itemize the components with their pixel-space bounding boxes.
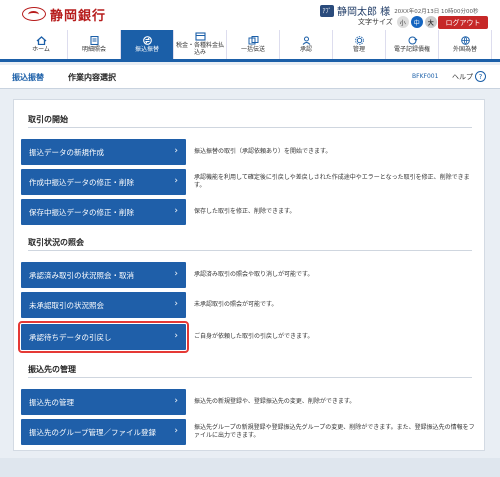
approval-icon [301, 36, 312, 45]
payee-management-button[interactable]: 振込先の管理 › [21, 389, 186, 415]
section-title: 取引の開始 [28, 115, 68, 124]
chevron-right-icon: › [174, 176, 178, 186]
list-item: 振込データの新規作成 › 振込振替の取引（承認依頼あり）を開始できます。 [21, 139, 479, 165]
section-divider [28, 377, 472, 378]
section-title: 取引状況の照会 [28, 238, 84, 247]
nav-home[interactable]: ホーム [15, 30, 68, 59]
help-label: ヘルプ [452, 72, 473, 81]
payee-group-management-button[interactable]: 振込先のグループ管理／ファイル登録 › [21, 419, 186, 445]
nav-label: 明細照会 [81, 45, 106, 53]
forex-icon [460, 35, 471, 45]
chevron-right-icon: › [174, 426, 178, 436]
chevron-right-icon: › [174, 331, 178, 341]
font-size-label: 文字サイズ [358, 18, 393, 26]
chevron-right-icon: › [174, 206, 178, 216]
task-selection-panel: 取引の開始 振込データの新規作成 › 振込振替の取引（承認依頼あり）を開始できま… [13, 99, 485, 451]
nav-statement[interactable]: 明細照会 [68, 30, 121, 59]
button-label: 振込データの新規作成 [29, 147, 104, 157]
row-description: 承認済み取引の照会や取り消しが可能です。 [194, 270, 314, 278]
nav-label: 税金・各種料金払込み [175, 42, 224, 56]
button-label: 作成中振込データの修正・削除 [29, 177, 134, 187]
nav-label: 振込振替 [134, 45, 159, 53]
nav-transfer[interactable]: 振込振替 [121, 30, 174, 59]
bank-name: 静岡銀行 [50, 8, 107, 24]
button-label: 承認済み取引の状況照会・取消 [29, 270, 134, 280]
page-title-bar: 振込振替 作業内容選択 BFKF001 ヘルプ ? [0, 65, 500, 89]
transfer-icon [142, 35, 153, 45]
row-description: 振込先の新規登録や、登録振込先の変更、削除ができます。 [194, 397, 356, 405]
approved-status-button[interactable]: 承認済み取引の状況照会・取消 › [21, 262, 186, 288]
screen-id: BFKF001 [412, 73, 439, 80]
logout-button[interactable]: ログアウト [438, 16, 488, 29]
nav-admin[interactable]: 管理 [333, 30, 386, 59]
row-description: ご自身が依頼した取引の引戻しができます。 [194, 332, 314, 340]
page-title: 作業内容選択 [68, 73, 116, 82]
nav-approval[interactable]: 承認 [280, 30, 333, 59]
bank-logo-mark-icon [22, 7, 46, 21]
edit-saved-transfer-button[interactable]: 保存中振込データの修正・削除 › [21, 199, 186, 225]
font-size-selector: 文字サイズ 小 中 大 [358, 16, 439, 28]
help-link[interactable]: ヘルプ ? [452, 71, 486, 82]
button-label: 振込先の管理 [29, 397, 74, 407]
nav-label: ホーム [32, 45, 50, 53]
button-label: 保存中振込データの修正・削除 [29, 207, 134, 217]
button-label: 承認待ちデータの引戻し [29, 332, 112, 342]
e-receivables-icon [407, 36, 418, 45]
list-item: 作成中振込データの修正・削除 › 承認機能を利用して確定後に引戻しや差戻しされた… [21, 169, 479, 195]
tax-payment-icon [194, 32, 206, 41]
recall-pending-button[interactable]: 承認待ちデータの引戻し › [21, 324, 186, 350]
nav-label: 電子記録債権 [393, 45, 430, 53]
row-description: 振込振替の取引（承認依頼あり）を開始できます。 [194, 147, 332, 155]
list-item: 保存中振込データの修正・削除 › 保存した取引を修正、削除できます。 [21, 199, 479, 225]
font-size-small-button[interactable]: 小 [396, 16, 409, 28]
chevron-right-icon: › [174, 396, 178, 406]
page-footer [0, 458, 500, 477]
button-label: 未承認取引の状況照会 [29, 300, 104, 310]
unapproved-status-button[interactable]: 未承認取引の状況照会 › [21, 292, 186, 318]
font-size-large-button[interactable]: 大 [424, 16, 437, 28]
new-transfer-button[interactable]: 振込データの新規作成 › [21, 139, 186, 165]
section-divider [28, 127, 472, 128]
list-item: 承認済み取引の状況照会・取消 › 承認済み取引の照会や取り消しが可能です。 [21, 262, 479, 288]
section-title: 振込先の管理 [28, 365, 76, 374]
nav-bulk-transfer[interactable]: 一括伝送 [227, 30, 280, 59]
admin-icon [354, 35, 365, 45]
chevron-right-icon: › [174, 299, 178, 309]
list-item: 振込先のグループ管理／ファイル登録 › 振込先グループの新規登録や登録振込先グル… [21, 419, 479, 445]
section-divider [28, 250, 472, 251]
row-description: 承認機能を利用して確定後に引戻しや差戻しされた作成途中やエラーとなった取引を修正… [194, 173, 470, 189]
list-item: 未承認取引の状況照会 › 未承認取引の照会が可能です。 [21, 292, 479, 318]
row-description: 保存した取引を修正、削除できます。 [194, 207, 296, 215]
nav-label: 承認 [299, 45, 312, 53]
chevron-right-icon: › [174, 146, 178, 156]
bulk-transfer-icon [248, 35, 259, 45]
list-item: 振込先の管理 › 振込先の新規登録や、登録振込先の変更、削除ができます。 [21, 389, 479, 415]
nav-forex[interactable]: 外国為替 [439, 30, 492, 59]
nav-e-receivables[interactable]: 電子記録債権 [386, 30, 439, 59]
home-icon [36, 35, 47, 45]
top-header: 静岡銀行 ｱﾌﾞ 静岡太郎 様 20XX年02月13日 10時00分00秒 文字… [0, 0, 500, 30]
chevron-right-icon: › [174, 269, 178, 279]
nav-label: 一括伝送 [240, 45, 265, 53]
bank-logo[interactable]: 静岡銀行 [22, 6, 107, 24]
login-time: 20XX年02月13日 10時00分00秒 [394, 8, 479, 15]
font-size-medium-button[interactable]: 中 [410, 16, 423, 28]
help-icon: ? [475, 71, 486, 82]
edit-draft-transfer-button[interactable]: 作成中振込データの修正・削除 › [21, 169, 186, 195]
nav-label: 外国為替 [452, 45, 477, 53]
statement-icon [89, 35, 100, 45]
global-nav: ホーム 明細照会 振込振替 税金・各種料金払込み 一括伝送 承認 管理 電子記録… [0, 30, 500, 62]
user-badge-icon: ｱﾌﾞ [320, 4, 334, 17]
breadcrumb-section: 振込振替 [12, 73, 44, 82]
row-description: 振込先グループの新規登録や登録振込先グループの変更、削除ができます。また、登録振… [194, 423, 475, 439]
button-label: 振込先のグループ管理／ファイル登録 [29, 427, 157, 437]
nav-tax-payment[interactable]: 税金・各種料金払込み [174, 30, 227, 59]
list-item: 承認待ちデータの引戻し › ご自身が依頼した取引の引戻しができます。 [18, 321, 479, 353]
nav-label: 管理 [352, 45, 365, 53]
row-description: 未承認取引の照会が可能です。 [194, 300, 278, 308]
